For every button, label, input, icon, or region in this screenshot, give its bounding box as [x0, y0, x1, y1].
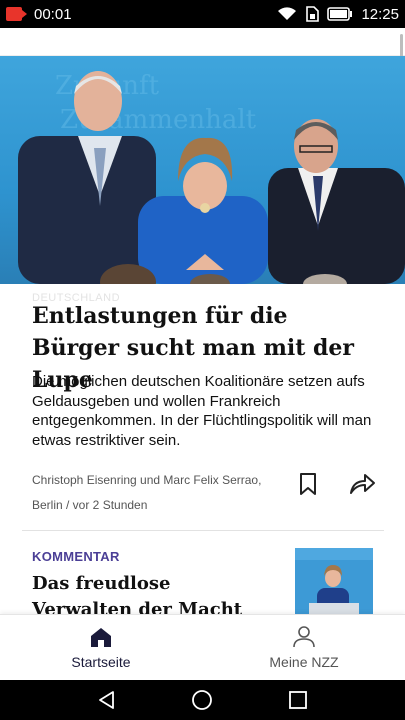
- bookmark-button[interactable]: [296, 472, 320, 496]
- system-navigation-bar: [0, 680, 405, 720]
- article-authors: Christoph Eisenring und Marc Felix Serra…: [32, 473, 262, 487]
- article-byline: Christoph Eisenring und Marc Felix Serra…: [32, 468, 282, 518]
- app-header: [0, 28, 405, 56]
- battery-icon: [327, 7, 353, 21]
- teaser-thumbnail[interactable]: [295, 548, 373, 614]
- hero-photo[interactable]: Zukunft Zusammenhalt: [0, 56, 405, 284]
- home-icon: [91, 628, 111, 647]
- wifi-icon: [277, 7, 297, 21]
- person-icon: [293, 626, 315, 648]
- article-lead[interactable]: Die möglichen deutschen Koalitionäre set…: [32, 372, 377, 450]
- nav-startseite-label: Startseite: [71, 654, 131, 670]
- status-bar: 00:01 12:25: [0, 0, 405, 28]
- teaser-kicker: KOMMENTAR: [32, 549, 120, 564]
- share-icon: [350, 474, 375, 494]
- nav-startseite[interactable]: Startseite: [0, 615, 202, 681]
- share-button[interactable]: [348, 472, 376, 496]
- recording-timer: 00:01: [34, 5, 72, 23]
- home-circle-icon[interactable]: [191, 689, 213, 711]
- nav-meine-nzz[interactable]: Meine NZZ: [203, 615, 405, 681]
- record-icon: [6, 7, 27, 21]
- recents-icon[interactable]: [288, 690, 308, 710]
- sim-icon: [305, 6, 320, 22]
- article-place-time: Berlin / vor 2 Stunden: [32, 498, 148, 512]
- clock: 12:25: [361, 5, 399, 23]
- divider: [22, 530, 384, 531]
- nav-meine-nzz-label: Meine NZZ: [269, 654, 339, 670]
- bottom-navigation: Startseite Meine NZZ: [0, 614, 405, 680]
- bookmark-icon: [300, 473, 316, 495]
- back-icon[interactable]: [97, 690, 117, 710]
